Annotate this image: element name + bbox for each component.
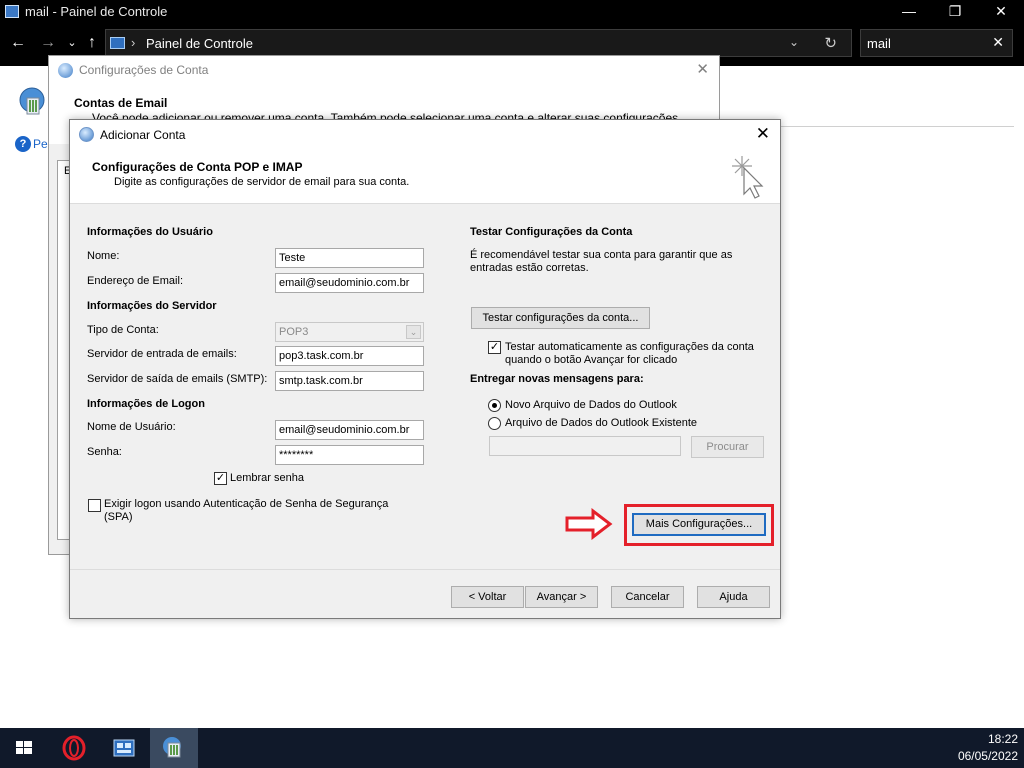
next-button[interactable]: Avançar > [525,586,598,608]
remember-password-checkbox[interactable]: ✓ [214,472,227,485]
start-button[interactable] [0,728,48,768]
breadcrumb-control-panel[interactable]: Painel de Controle [146,36,253,51]
existing-data-file-label: Arquivo de Dados do Outlook Existente [505,417,698,429]
forward-arrow-icon[interactable]: → [38,34,58,52]
dialog-subheading: Digite as configurações de servidor de e… [114,176,410,188]
email-label: Endereço de Email: [87,275,183,287]
mail-taskbar-button[interactable] [150,728,198,768]
window-title: mail - Painel de Controle [25,4,168,19]
taskbar: 18:22 06/05/2022 [0,728,1024,768]
close-icon[interactable]: ✕ [696,60,709,78]
outgoing-server-field[interactable]: smtp.task.com.br [275,371,424,391]
back-arrow-icon[interactable]: ← [8,34,28,52]
control-panel-taskbar-button[interactable] [100,728,148,768]
control-panel-icon [5,5,19,18]
user-info-heading: Informações do Usuário [87,226,213,238]
recent-locations-icon[interactable]: ⌄ [62,34,82,52]
incoming-server-label: Servidor de entrada de emails: [87,348,237,360]
existing-data-file-radio[interactable] [488,417,501,430]
spa-label: Exigir logon usando Autenticação de Senh… [104,498,389,523]
control-panel-icon [113,739,135,757]
account-type-value: POP3 [279,326,309,338]
chevron-down-icon[interactable]: ⌄ [789,35,799,49]
incoming-server-field[interactable]: pop3.task.com.br [275,346,424,366]
account-settings-title: Configurações de Conta [79,63,209,77]
explorer-title-bar: mail - Painel de Controle — ❐ ✕ [0,0,1024,24]
clear-search-icon[interactable]: ✕ [992,34,1004,51]
server-info-heading: Informações do Servidor [87,300,217,312]
search-value: mail [867,36,891,51]
deliver-heading: Entregar novas mensagens para: [470,373,644,385]
existing-file-path-field [489,436,681,456]
control-panel-icon [110,37,125,49]
browse-button: Procurar [691,436,764,458]
opera-browser-button[interactable] [50,728,98,768]
address-box[interactable]: › Painel de Controle ⌄ ↻ [105,29,852,57]
password-field[interactable]: ******** [275,445,424,465]
minimize-button[interactable]: — [886,0,932,24]
clock-time: 18:22 [987,732,1018,746]
red-arrow-icon [565,508,613,540]
maximize-button[interactable]: ❐ [932,0,978,24]
globe-icon [79,127,94,142]
account-type-label: Tipo de Conta: [87,324,159,336]
breadcrumb-separator-icon: › [131,35,136,50]
test-account-settings-button[interactable]: Testar configurações da conta... [471,307,650,329]
new-data-file-radio[interactable] [488,399,501,412]
username-label: Nome de Usuário: [87,421,176,433]
username-field[interactable]: email@seudominio.com.br [275,420,424,440]
help-button[interactable]: Ajuda [697,586,770,608]
logon-info-heading: Informações de Logon [87,398,205,410]
close-icon[interactable]: ✕ [756,124,770,144]
mail-icon[interactable] [18,86,48,118]
cancel-button[interactable]: Cancelar [611,586,684,608]
password-label: Senha: [87,446,122,458]
footer-divider [70,569,780,570]
help-icon[interactable]: ? [15,136,31,152]
dialog-heading: Configurações de Conta POP e IMAP [92,160,303,174]
back-button[interactable]: < Voltar [451,586,524,608]
outgoing-server-label: Servidor de saída de emails (SMTP): [87,373,268,385]
account-type-select: POP3 ⌄ [275,322,424,342]
globe-icon [58,63,73,78]
dialog-header: Configurações de Conta POP e IMAP Digite… [70,150,780,204]
search-input[interactable]: mail ✕ [860,29,1013,57]
system-clock[interactable]: 18:22 06/05/2022 [958,731,1018,765]
clock-date: 06/05/2022 [957,749,1018,763]
up-arrow-icon[interactable]: ↑ [82,34,102,52]
close-button[interactable]: ✕ [978,0,1024,24]
email-field[interactable]: email@seudominio.com.br [275,273,424,293]
remember-password-label: Lembrar senha [230,472,304,484]
mail-icon [163,737,181,758]
highlight-box [624,504,774,546]
auto-test-checkbox[interactable]: ✓ [488,341,501,354]
account-settings-title-bar: Configurações de Conta ✕ [49,56,719,84]
name-label: Nome: [87,250,120,262]
email-accounts-heading: Contas de Email [74,96,168,110]
cursor-click-icon [732,156,764,199]
auto-test-label: Testar automaticamente as configurações … [505,341,754,366]
dialog-title-bar: Adicionar Conta ✕ [70,120,780,150]
name-field[interactable]: Teste [275,248,424,268]
new-data-file-label: Novo Arquivo de Dados do Outlook [505,399,677,411]
spa-checkbox[interactable] [88,499,101,512]
windows-icon [16,741,32,754]
test-settings-heading: Testar Configurações da Conta [470,226,633,238]
opera-icon [62,735,86,761]
test-settings-description: É recomendável testar sua conta para gar… [470,249,733,274]
refresh-icon[interactable]: ↻ [824,34,837,52]
dialog-title: Adicionar Conta [100,128,186,142]
chevron-down-icon: ⌄ [406,325,421,339]
